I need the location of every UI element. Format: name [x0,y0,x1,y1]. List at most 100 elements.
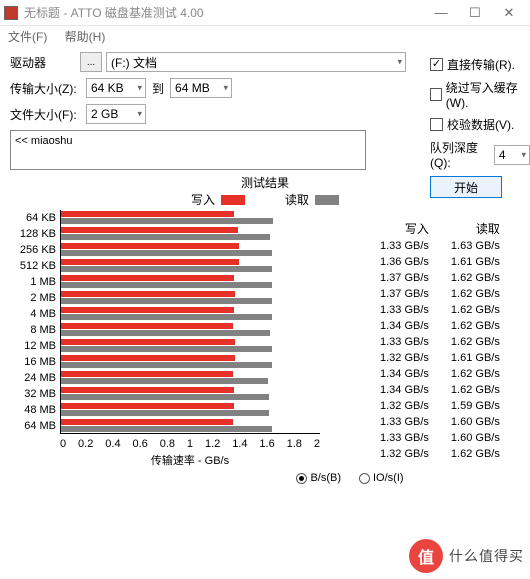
read-value: 1.59 GB/s [451,398,500,414]
chevron-down-icon: ▾ [397,57,402,68]
menu-file[interactable]: 文件(F) [8,30,47,44]
app-icon [4,6,18,20]
bypass-cache-checkbox[interactable] [430,88,442,101]
x-tick: 1.6 [259,438,274,450]
read-value: 1.62 GB/s [451,270,500,286]
read-bar [61,394,269,400]
verify-label: 校验数据(V). [447,116,514,133]
read-value: 1.63 GB/s [451,238,500,254]
read-value: 1.62 GB/s [451,366,500,382]
transfer-size-from-select[interactable]: 64 KB▾ [86,78,146,98]
x-tick: 0.8 [160,438,175,450]
read-bar [61,282,272,288]
verify-checkbox[interactable] [430,118,443,131]
unit-radios: B/s(B) IO/s(I) [180,472,520,484]
y-label: 16 MB [10,354,56,370]
minimize-button[interactable]: — [424,1,458,25]
y-label: 64 KB [10,210,56,226]
read-bar [61,426,272,432]
read-value: 1.61 GB/s [451,254,500,270]
menubar: 文件(F) 帮助(H) [0,26,530,46]
chart-x-ticks: 00.20.40.60.811.21.41.61.82 [60,438,320,450]
chevron-down-icon: ▾ [137,83,142,94]
x-tick: 0.4 [105,438,120,450]
bypass-cache-label: 绕过写入缓存(W). [446,79,530,110]
bar-row [61,290,320,306]
read-bar [61,330,270,336]
write-bar [61,243,239,249]
write-value: 1.34 GB/s [380,382,429,398]
bar-row [61,402,320,418]
write-value: 1.34 GB/s [380,366,429,382]
read-bar [61,346,272,352]
read-bar [61,314,272,320]
bar-row [61,242,320,258]
transfer-size-to-select[interactable]: 64 MB▾ [170,78,232,98]
x-tick: 0 [60,438,66,450]
direct-io-checkbox[interactable]: ✓ [430,58,443,71]
read-bar [61,362,272,368]
options-panel: ✓直接传输(R). 绕过写入缓存(W). 校验数据(V). 队列深度(Q): 4… [430,56,530,198]
file-size-select[interactable]: 2 GB▾ [86,104,146,124]
write-value: 1.34 GB/s [380,318,429,334]
write-value: 1.33 GB/s [380,334,429,350]
y-label: 256 KB [10,242,56,258]
bar-row [61,258,320,274]
radio-bytes[interactable] [296,473,307,484]
bar-row [61,370,320,386]
read-bar [61,250,272,256]
queue-depth-select[interactable]: 4▾ [494,145,530,165]
read-value: 1.60 GB/s [451,430,500,446]
write-bar [61,307,234,313]
bar-row [61,306,320,322]
bar-row [61,386,320,402]
read-bar [61,234,270,240]
bar-row [61,274,320,290]
direct-io-label: 直接传输(R). [447,56,515,73]
y-label: 32 MB [10,386,56,402]
x-tick: 0.2 [78,438,93,450]
y-label: 2 MB [10,290,56,306]
write-bar [61,419,233,425]
description-box[interactable]: << miaoshu [10,130,366,170]
read-bar [61,410,269,416]
write-value: 1.33 GB/s [380,430,429,446]
maximize-button[interactable]: ☐ [458,1,492,25]
watermark-badge: 值 [409,539,443,573]
write-value: 1.32 GB/s [380,446,429,462]
legend-write-swatch [221,195,245,205]
write-bar [61,339,235,345]
bar-row [61,210,320,226]
chart-y-labels: 64 KB128 KB256 KB512 KB1 MB2 MB4 MB8 MB1… [10,210,60,434]
drive-value: (F:) 文档 [111,54,157,71]
start-button[interactable]: 开始 [430,176,502,198]
browse-button[interactable]: ... [80,52,102,72]
write-bar [61,323,233,329]
drive-select[interactable]: (F:) 文档 ▾ [106,52,406,72]
read-bar [61,218,273,224]
read-value: 1.62 GB/s [451,318,500,334]
x-tick: 1.8 [287,438,302,450]
x-tick: 1.2 [205,438,220,450]
write-bar [61,259,239,265]
y-label: 1 MB [10,274,56,290]
menu-help[interactable]: 帮助(H) [65,30,106,44]
bar-row [61,418,320,434]
titlebar: 无标题 - ATTO 磁盘基准测试 4.00 — ☐ ✕ [0,0,530,26]
read-value: 1.62 GB/s [451,446,500,462]
watermark: 值 什么值得买 [409,539,524,573]
y-label: 4 MB [10,306,56,322]
write-bar [61,291,235,297]
transfer-size-label: 传输大小(Z): [10,80,86,97]
x-tick: 1 [187,438,193,450]
write-value: 1.36 GB/s [380,254,429,270]
y-label: 8 MB [10,322,56,338]
chevron-down-icon: ▾ [521,149,526,160]
results-table: 写入1.33 GB/s1.36 GB/s1.37 GB/s1.37 GB/s1.… [380,221,500,462]
file-size-label: 文件大小(F): [10,106,86,123]
write-value: 1.37 GB/s [380,286,429,302]
close-button[interactable]: ✕ [492,1,526,25]
x-tick: 1.4 [232,438,247,450]
radio-iops[interactable] [359,473,370,484]
write-value: 1.33 GB/s [380,302,429,318]
